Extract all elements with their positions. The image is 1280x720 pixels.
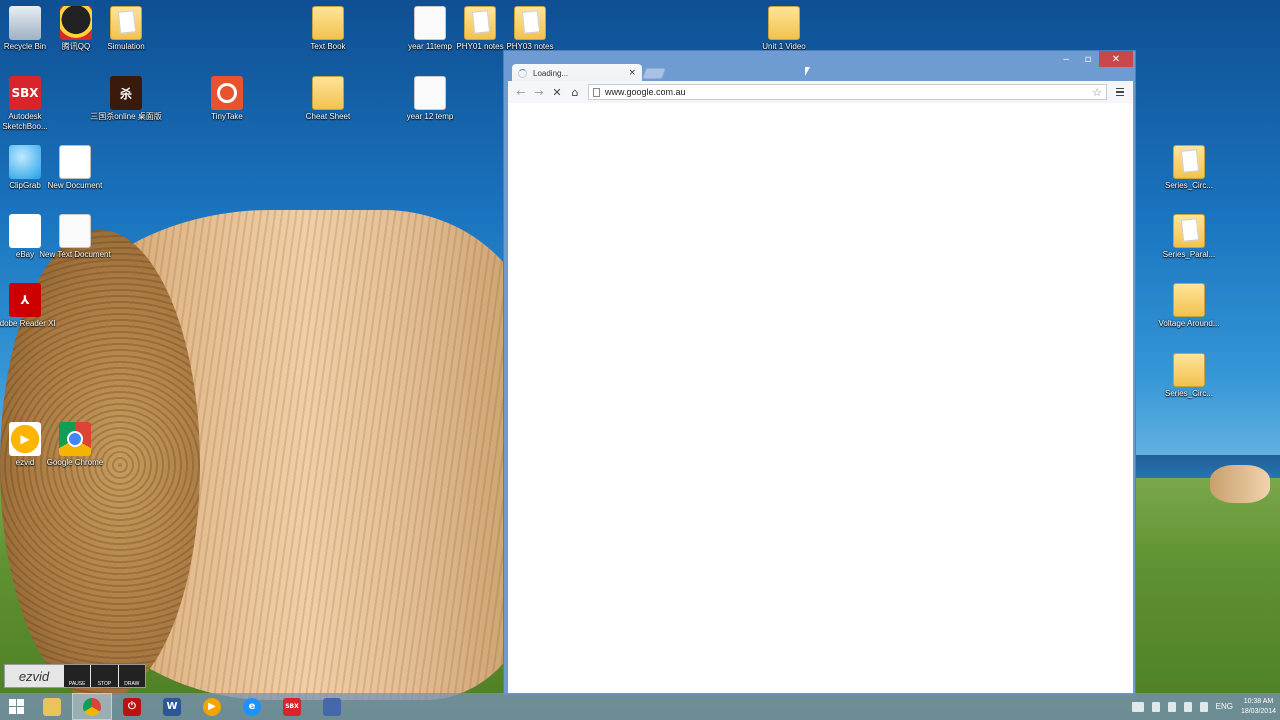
chrome-icon [83,697,101,716]
network-icon [323,697,341,716]
loading-spinner-icon [518,68,527,78]
sanguosha-icon: 杀 [110,76,142,110]
taskbar-internet-explorer[interactable]: e [232,693,272,720]
ezvid-recorder-bar: ezvid PAUSE STOP DRAW [4,664,146,688]
tab-loading[interactable]: Loading... × [512,64,642,82]
forward-button[interactable]: → [530,83,548,101]
file-icon [414,6,446,40]
chrome-menu-icon[interactable] [1111,87,1129,97]
desktop-icon-cheat-sheet[interactable]: Cheat Sheet [292,72,364,122]
taskbar-power[interactable]: ⏻ [112,693,152,720]
text-file-icon [59,214,91,248]
start-button[interactable] [0,693,32,720]
volume-icon[interactable] [1199,701,1208,712]
taskbar-clock[interactable]: 10:38 AM 18/03/2014 [1241,697,1276,717]
clock-date: 18/03/2014 [1240,707,1276,715]
desktop-icon-simulation[interactable]: Simulation [90,2,162,52]
ezvid-icon: ▶ [9,422,41,456]
folder-icon [768,6,800,40]
keyboard-icon[interactable] [1131,701,1144,712]
desktop-icon-sanguosha[interactable]: 杀 三国杀online 桌面版 [90,72,162,122]
desktop-icon-series-paral[interactable]: Series_Paral... [1153,210,1225,260]
sketchbook-icon: SBX [9,76,41,110]
word-document-icon: W [59,145,91,179]
pause-button[interactable]: PAUSE [64,665,91,687]
word-icon: W [163,697,181,716]
taskbar-google-chrome[interactable] [72,693,112,720]
qq-penguin-icon [60,6,92,40]
chrome-window[interactable]: ‒ ▫ ✕ Loading... × ← → ✕ ⌂ www.google.co… [503,50,1136,695]
taskbar: ⏻ W ▶ e SBX ENG 10:38 AM 18/03/2014 [0,693,1280,720]
stop-button[interactable]: ✕ [548,83,566,101]
minimize-button[interactable]: ‒ [1055,51,1077,67]
clock-time: 10:38 AM [1243,697,1274,705]
folder-icon [312,6,344,40]
desktop-icon-text-book[interactable]: Text Book [292,2,364,52]
network-status-icon[interactable] [1183,701,1192,712]
desktop-icon-new-document[interactable]: W New Document [39,141,111,191]
desktop-icon-tinytake[interactable]: TinyTake [191,72,263,122]
desktop-icon-voltage-around[interactable]: Voltage Around... [1153,279,1225,329]
flag-icon[interactable] [1167,701,1176,712]
mouse-cursor-icon [805,67,810,76]
taskbar-media-player[interactable]: ▶ [192,693,232,720]
browser-toolbar: ← → ✕ ⌂ www.google.com.au ☆ [508,81,1133,103]
window-controls: ‒ ▫ ✕ [1055,51,1133,67]
show-hidden-icons-icon[interactable] [1151,701,1160,712]
file-icon [414,76,446,110]
taskbar-sketchbook[interactable]: SBX [272,693,312,720]
ezvid-logo: ezvid [18,668,50,684]
desktop-icon-series-circ-2[interactable]: Series_Circ... [1153,349,1225,399]
desktop-icon-new-text-document[interactable]: New Text Document [39,210,111,260]
desktop-icon-google-chrome[interactable]: Google Chrome [39,418,111,468]
windows-logo-icon [8,699,24,714]
power-icon: ⏻ [123,697,141,716]
desktop-icon-series-circ-1[interactable]: Series_Circ... [1153,141,1225,191]
taskbar-network[interactable] [312,693,352,720]
folder-icon [464,6,496,40]
taskbar-file-explorer[interactable] [32,693,72,720]
home-button[interactable]: ⌂ [566,83,584,101]
desktop-icon-unit-1-video[interactable]: Unit 1 Video [748,2,820,52]
folder-icon [312,76,344,110]
new-tab-button[interactable] [641,68,667,79]
desktop-icon-autodesk-sketchbook[interactable]: SBX Autodesk SketchBoo... [0,72,61,132]
recycle-bin-icon [9,6,41,40]
address-bar[interactable]: www.google.com.au ☆ [588,84,1107,100]
back-button[interactable]: ← [512,83,530,101]
folder-icon [43,697,61,716]
taskbar-word[interactable]: W [152,693,192,720]
url-text: www.google.com.au [605,87,686,97]
tab-close-icon[interactable]: × [628,68,636,78]
bookmark-star-icon[interactable]: ☆ [1092,86,1102,99]
tab-title: Loading... [533,68,569,78]
stop-recording-button[interactable]: STOP [91,665,118,687]
play-icon: ▶ [203,697,221,716]
close-window-button[interactable]: ✕ [1099,51,1133,67]
folder-icon [110,6,142,40]
page-icon [593,87,600,97]
clipgrab-icon [9,145,41,179]
folder-icon [1173,283,1205,317]
ebay-icon: ebay [9,214,41,248]
folder-icon [1173,353,1205,387]
tinytake-icon [211,76,243,110]
input-language[interactable]: ENG [1216,702,1233,711]
desktop-icon-phy03-notes[interactable]: PHY03 notes [494,2,566,52]
desktop-icon-year-12-temp[interactable]: year 12 temp [394,72,466,122]
chrome-icon [59,422,91,456]
desktop-icon-adobe-reader[interactable]: ⅄ Adobe Reader XI [0,279,61,329]
maximize-button[interactable]: ▫ [1077,51,1099,67]
adobe-reader-icon: ⅄ [9,283,41,317]
folder-icon [1173,145,1205,179]
wallpaper-small-hay-bale [1210,465,1270,503]
internet-explorer-icon: e [243,697,261,716]
page-content[interactable] [508,103,1133,693]
folder-icon [1173,214,1205,248]
sketchbook-icon: SBX [283,697,301,716]
draw-button[interactable]: DRAW [118,665,145,687]
system-tray: ENG 10:38 AM 18/03/2014 [1131,693,1276,720]
folder-icon [514,6,546,40]
